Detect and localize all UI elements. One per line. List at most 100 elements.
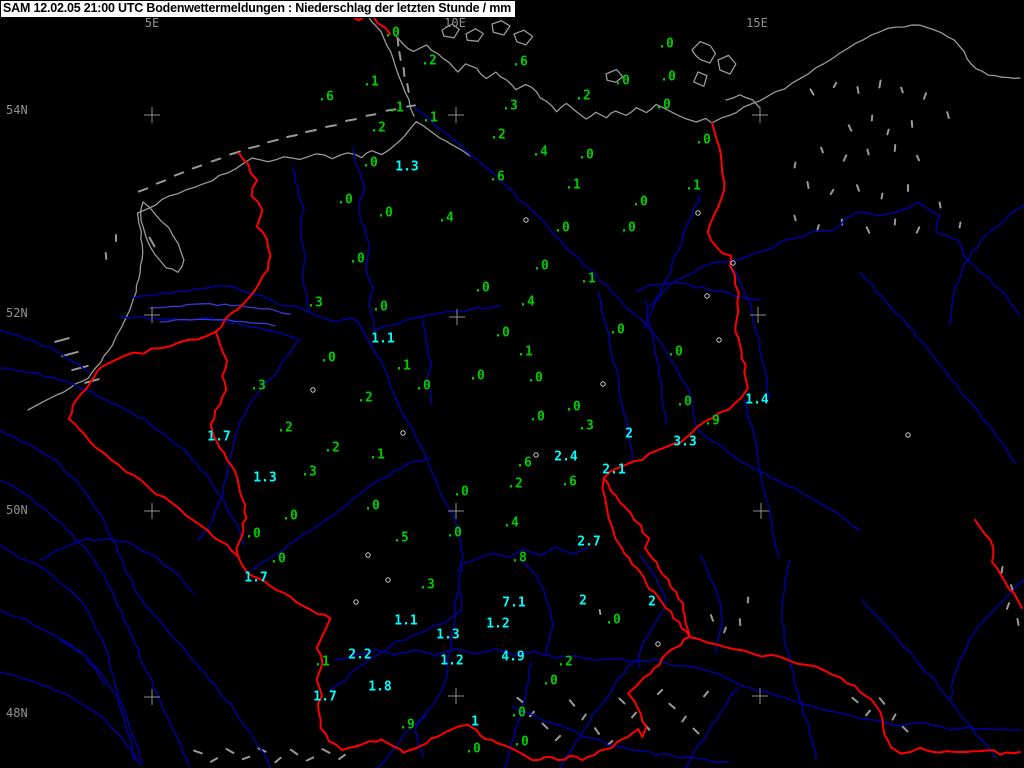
river-path — [950, 580, 1024, 700]
terrain-mark — [608, 741, 613, 745]
river-path — [160, 319, 275, 326]
station-value: .0 — [632, 195, 648, 210]
station-value: 1.7 — [244, 571, 267, 586]
station-value: .0 — [533, 259, 549, 274]
river-path — [0, 545, 134, 760]
station-value: 2.4 — [554, 450, 578, 465]
river-path — [0, 368, 244, 545]
terrain-mark — [157, 180, 165, 183]
terrain-mark — [895, 145, 896, 151]
terrain-mark — [249, 146, 259, 148]
terrain-mark — [917, 227, 920, 232]
station-value: .0 — [660, 70, 676, 85]
terrain-mark — [570, 700, 574, 705]
terrain-mark — [694, 729, 699, 734]
station-value: .0 — [695, 133, 711, 148]
latitude-label: 48N — [6, 706, 28, 720]
coastline-path — [514, 30, 533, 45]
river-path — [0, 430, 270, 768]
country-borders-layer — [69, 14, 1022, 760]
terrain-mark — [620, 699, 625, 704]
longitude-label: 5E — [145, 16, 159, 30]
terrain-mark — [682, 717, 685, 722]
station-value: .9 — [399, 718, 415, 733]
grid-cross — [448, 688, 464, 704]
river-path — [735, 270, 770, 398]
river-path — [352, 148, 374, 332]
terrain-mark — [807, 182, 808, 188]
terrain-mark — [1017, 619, 1018, 625]
river-path — [745, 400, 779, 556]
terrain-mark — [243, 757, 250, 759]
station-value: 7.1 — [502, 596, 526, 611]
station-value: 1.8 — [368, 680, 392, 695]
river-path — [415, 108, 697, 428]
weather-map-screen: .0.2.6.1.6.1.3.1.2.2.2.0.0.0.0.4.0.01.3.… — [0, 0, 1024, 768]
station-ring-icon — [705, 294, 709, 298]
terrain-mark — [947, 112, 949, 118]
terrain-mark — [867, 227, 870, 232]
terrain-mark — [193, 166, 202, 169]
weather-map: .0.2.6.1.6.1.3.1.2.2.2.0.0.0.0.4.0.01.3.… — [0, 0, 1024, 768]
station-value: .0 — [667, 345, 683, 360]
terrain-mark — [268, 140, 278, 142]
station-value: .1 — [580, 272, 596, 287]
terrain-mark — [866, 711, 870, 716]
terrain-mark — [399, 52, 400, 60]
terrain-mark — [740, 619, 741, 625]
terrain-mark — [407, 84, 408, 92]
station-value: .6 — [318, 90, 334, 105]
station-value: .2 — [575, 89, 591, 104]
station-value: .0 — [453, 485, 469, 500]
river-path — [150, 304, 290, 314]
station-value: .4 — [532, 145, 548, 160]
title-bar: SAM 12.02.05 21:00 UTC Bodenwettermeldun… — [0, 0, 516, 18]
station-value: .0 — [676, 395, 692, 410]
river-path — [700, 555, 722, 652]
station-value: 3.3 — [673, 435, 696, 450]
terrain-mark — [912, 121, 913, 127]
station-value: .4 — [438, 211, 454, 226]
station-value: 1.3 — [253, 471, 276, 486]
terrain-mark — [212, 159, 221, 162]
coastline-path — [466, 29, 483, 42]
station-value: .0 — [614, 74, 630, 89]
station-ring-icon — [386, 578, 390, 582]
station-value: .0 — [362, 156, 378, 171]
station-value: .2 — [507, 477, 523, 492]
terrain-mark — [595, 728, 599, 734]
station-ring-icon — [696, 211, 700, 215]
station-value: 1.4 — [745, 393, 769, 408]
coastline-path — [726, 95, 760, 108]
station-value: .0 — [465, 742, 481, 757]
river-path — [60, 640, 105, 685]
station-value: 1.7 — [313, 690, 336, 705]
terrain-mark — [600, 610, 601, 614]
terrain-mark — [887, 130, 888, 135]
station-ring-icon — [601, 382, 605, 386]
station-value: .1 — [685, 179, 701, 194]
terrain-mark — [1007, 603, 1009, 609]
coastline-path — [141, 202, 184, 272]
grid-cross — [753, 503, 769, 519]
station-value: .0 — [377, 206, 393, 221]
station-value: .0 — [655, 98, 671, 113]
station-value: 2.1 — [602, 463, 626, 478]
station-value: .1 — [517, 345, 533, 360]
station-value: .0 — [469, 369, 485, 384]
station-value: .0 — [245, 527, 261, 542]
station-value: .0 — [609, 323, 625, 338]
terrain-mark — [275, 758, 280, 762]
country-border-path — [708, 123, 748, 398]
terrain-mark — [711, 615, 713, 621]
station-value: .2 — [277, 421, 293, 436]
country-border-path — [877, 707, 1020, 755]
grid-cross — [448, 107, 464, 123]
terrain-mark — [794, 216, 795, 221]
station-ring-icon — [311, 388, 315, 392]
station-value: .4 — [503, 516, 519, 531]
latitude-label: 50N — [6, 503, 28, 517]
station-value: .0 — [349, 252, 365, 267]
terrain-mark — [817, 225, 819, 231]
station-ring-icon — [524, 218, 528, 222]
